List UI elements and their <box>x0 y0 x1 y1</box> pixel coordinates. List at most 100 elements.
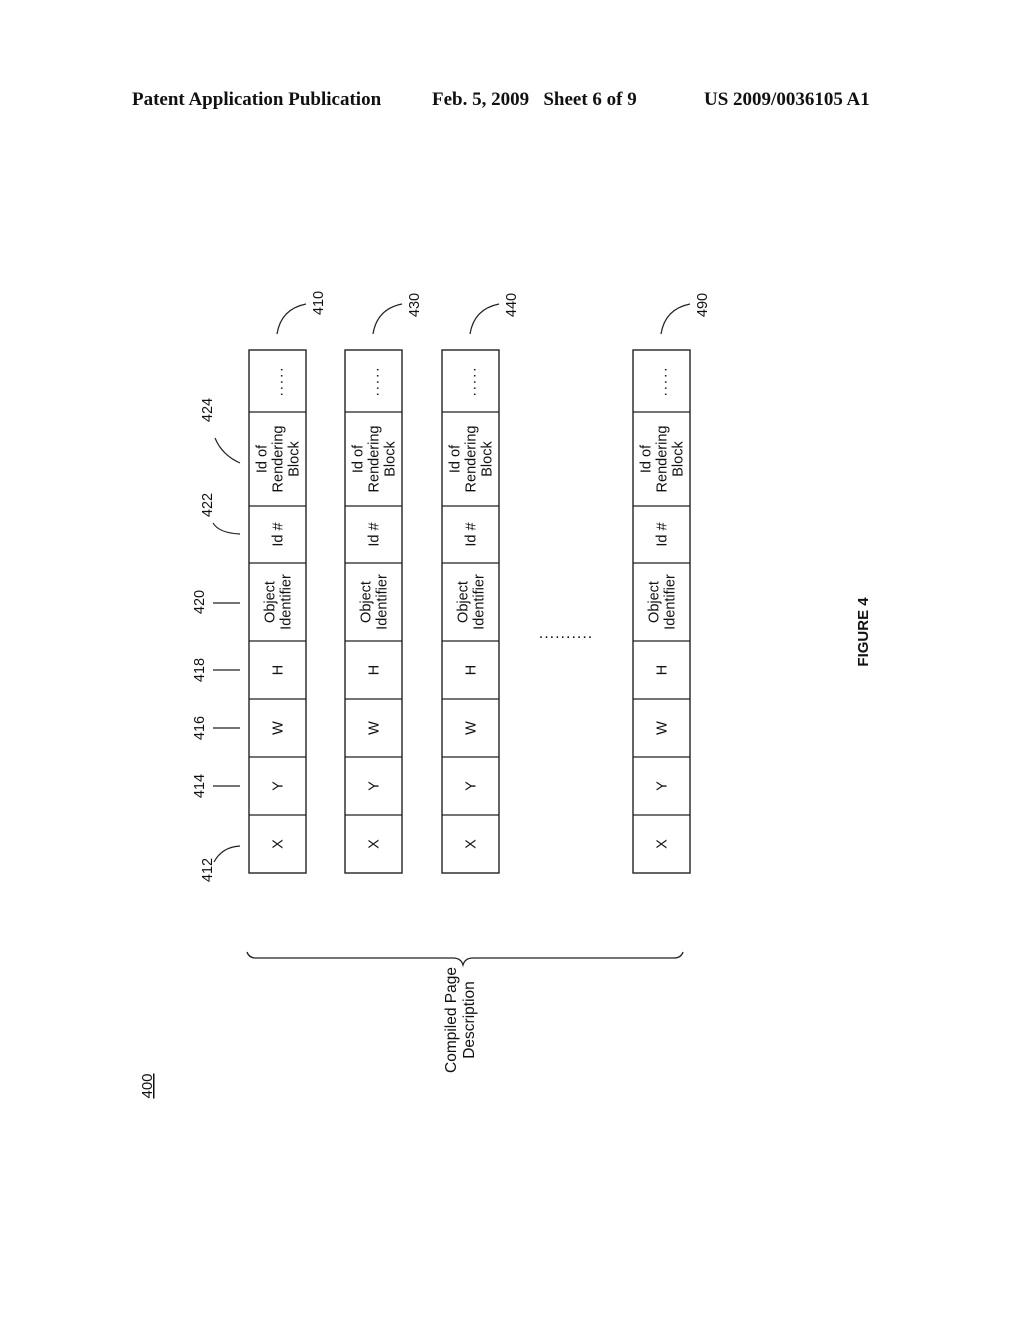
field-text: ..... <box>654 366 671 397</box>
record-field-cell: Object Identifier <box>263 574 295 630</box>
field-text: Rendering <box>464 426 480 493</box>
field-text: W <box>655 721 671 735</box>
field-ref-number: 414 <box>192 774 208 798</box>
field-text: H <box>464 665 480 675</box>
field-text: X <box>367 839 383 849</box>
field-text: Id # <box>464 522 480 546</box>
record-ref-label: 430 <box>407 293 423 317</box>
field-text: Rendering <box>271 426 287 493</box>
field-text: Object <box>647 581 663 623</box>
record-field-cell: Y <box>655 781 671 791</box>
field-text: Rendering <box>367 426 383 493</box>
record-field-cell: Object Identifier <box>647 574 679 630</box>
field-text: H <box>655 665 671 675</box>
field-ref-number: 422 <box>200 493 216 517</box>
record-field-cell: Id # <box>271 522 287 546</box>
field-text: ..... <box>366 366 383 397</box>
field-ref-number: 416 <box>192 716 208 740</box>
record-ref-leader <box>469 303 500 335</box>
record-ref-leader <box>276 303 307 335</box>
record-field-cell: W <box>655 721 671 735</box>
record-field-cell: W <box>464 721 480 735</box>
field-ref-420: 420 <box>192 590 240 614</box>
record-490: X Y W H Object Identifier Id # Id of Rendering Bl… <box>632 293 711 874</box>
field-text: Y <box>655 781 671 791</box>
record-field-cell: ..... <box>463 366 480 397</box>
field-ref-number: 412 <box>200 858 216 882</box>
record-field-cell: X <box>271 839 287 849</box>
record-field-cell: X <box>655 839 671 849</box>
record-field-cell: X <box>464 839 480 849</box>
field-text: Identifier <box>663 574 679 630</box>
brace-label-line2: Description <box>461 981 478 1059</box>
field-text: ..... <box>270 366 287 397</box>
record-ref-number: 440 <box>504 293 520 317</box>
figure-label-text: FIGURE 4 <box>855 597 872 667</box>
record-field-cell: Y <box>464 781 480 791</box>
brace-label-line1: Compiled Page <box>443 967 460 1073</box>
field-text: Identifier <box>279 574 295 630</box>
field-text: H <box>271 665 287 675</box>
field-ref-leader <box>214 437 241 464</box>
record-field-cell: ..... <box>654 366 671 397</box>
record-field-cell: Object Identifier <box>456 574 488 630</box>
field-text: Id # <box>271 522 287 546</box>
field-ref-number: 418 <box>192 658 208 682</box>
field-text: Block <box>480 441 496 477</box>
field-text: Block <box>383 441 399 477</box>
field-text: Rendering <box>655 426 671 493</box>
record-ref-leader <box>372 303 403 335</box>
field-reference-labels: 412 414 416 418 420 422 424 <box>192 398 241 882</box>
record-field-cell: Id # <box>367 522 383 546</box>
record-ref-label: 440 <box>504 293 520 317</box>
figure-ref-400: 400 <box>139 1073 156 1098</box>
record-ref-number: 410 <box>311 291 327 315</box>
record-field-cell: H <box>271 665 287 675</box>
record-strips: XYWHObject IdentifierId #Id of Rendering Bl… <box>248 291 711 874</box>
record-430: X Y W H Object Identifier Id # Id of Rendering Bl… <box>344 293 423 874</box>
figure-label: FIGURE 4 <box>855 597 872 667</box>
field-text: Y <box>464 781 480 791</box>
field-text: Id # <box>367 522 383 546</box>
record-field-cell: W <box>271 721 287 735</box>
field-text: Id of <box>448 444 464 473</box>
record-field-cell: H <box>464 665 480 675</box>
field-text: Y <box>367 781 383 791</box>
field-ref-424: 424 <box>200 398 241 464</box>
field-ref-422: 422 <box>200 493 241 535</box>
field-text: Id of <box>351 444 367 473</box>
record-field-cell: ..... <box>366 366 383 397</box>
record-field-cell: X <box>367 839 383 849</box>
field-text: X <box>655 839 671 849</box>
record-field-cell: Id # <box>655 522 671 546</box>
figure-4-diagram: XYWHObject IdentifierId #Id of Rendering Bl… <box>139 291 872 1099</box>
field-text: W <box>367 721 383 735</box>
record-ref-label: 490 <box>695 293 711 317</box>
field-ref-412: 412 <box>200 845 241 882</box>
record-410: X Y W H Object Identifier Id # Id of Rendering Bl… <box>248 291 327 874</box>
field-text: Id # <box>655 522 671 546</box>
field-text: ..... <box>463 366 480 397</box>
field-ref-414: 414 <box>192 774 240 798</box>
field-text: Object <box>359 581 375 623</box>
record-field-cell: Y <box>271 781 287 791</box>
field-text: W <box>464 721 480 735</box>
field-text: Identifier <box>375 574 391 630</box>
record-440: X Y W H Object Identifier Id # Id of Rendering Bl… <box>441 293 520 874</box>
field-text: Id of <box>639 444 655 473</box>
compiled-page-brace <box>246 951 684 968</box>
record-ref-label: 410 <box>311 291 327 315</box>
compiled-page-description-label: Compiled Page Description <box>443 967 478 1073</box>
figure-ref-number: 400 <box>139 1073 156 1098</box>
field-text: Block <box>671 441 687 477</box>
record-field-cell: Object Identifier <box>359 574 391 630</box>
field-text: Object <box>263 581 279 623</box>
field-text: H <box>367 665 383 675</box>
record-field-cell: Id # <box>464 522 480 546</box>
field-text: W <box>271 721 287 735</box>
field-text: Id of <box>255 444 271 473</box>
records-gap-ellipsis: .......... <box>539 625 593 642</box>
field-ref-418: 418 <box>192 658 240 682</box>
record-field-cell: H <box>655 665 671 675</box>
record-ref-leader <box>660 303 691 335</box>
